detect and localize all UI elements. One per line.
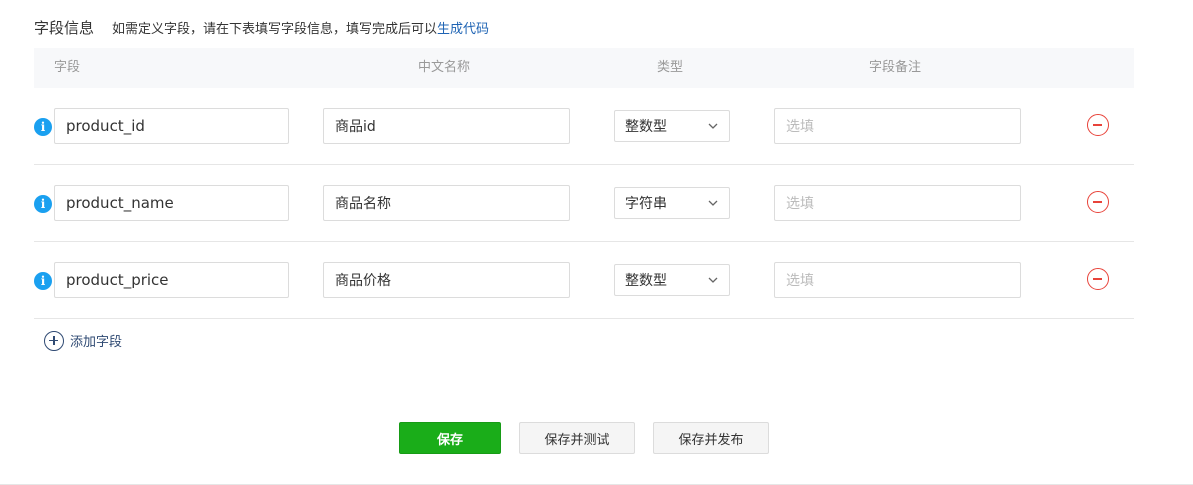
section-header: 字段信息 如需定义字段，请在下表填写字段信息，填写完成后可以 生成代码 (34, 16, 489, 38)
table-row: i product_id 商品id 整数型 选填 (34, 88, 1134, 165)
type-select[interactable]: 整数型 (614, 264, 730, 296)
add-circle-icon (44, 330, 64, 351)
info-icon[interactable]: i (34, 118, 52, 136)
add-field-label: 添加字段 (70, 335, 123, 350)
table-row: i product_name 商品名称 字符串 选填 (34, 165, 1134, 242)
remove-circle-icon[interactable] (1087, 191, 1109, 213)
column-header-type: 类型 (657, 60, 684, 75)
save-button[interactable]: 保存 (399, 422, 501, 454)
chevron-down-icon (708, 123, 718, 129)
table-row: i product_price 商品价格 整数型 选填 (34, 242, 1134, 319)
chinese-name-input[interactable]: 商品名称 (323, 185, 570, 221)
add-field-button[interactable]: 添加字段 (44, 330, 122, 351)
chevron-down-icon (708, 200, 718, 206)
type-select-value: 整数型 (625, 273, 667, 289)
field-name-input[interactable]: product_price (54, 262, 289, 298)
table-header: 字段 中文名称 类型 字段备注 (34, 48, 1134, 88)
column-header-field: 字段 (54, 60, 81, 75)
field-note-input[interactable]: 选填 (774, 262, 1021, 298)
type-select-value: 字符串 (625, 196, 667, 212)
info-icon[interactable]: i (34, 195, 52, 213)
remove-circle-icon[interactable] (1087, 114, 1109, 136)
type-select[interactable]: 整数型 (614, 110, 730, 142)
chinese-name-input[interactable]: 商品id (323, 108, 570, 144)
chevron-down-icon (708, 277, 718, 283)
generate-code-link[interactable]: 生成代码 (437, 18, 489, 37)
field-name-input[interactable]: product_name (54, 185, 289, 221)
save-and-test-button[interactable]: 保存并测试 (519, 422, 635, 454)
field-note-input[interactable]: 选填 (774, 185, 1021, 221)
chinese-name-input[interactable]: 商品价格 (323, 262, 570, 298)
info-icon[interactable]: i (34, 272, 52, 290)
save-and-publish-button[interactable]: 保存并发布 (653, 422, 769, 454)
column-header-cn-name: 中文名称 (418, 60, 471, 75)
field-name-input[interactable]: product_id (54, 108, 289, 144)
type-select-value: 整数型 (625, 119, 667, 135)
remove-circle-icon[interactable] (1087, 268, 1109, 290)
type-select[interactable]: 字符串 (614, 187, 730, 219)
section-title: 字段信息 (34, 18, 95, 37)
column-header-note: 字段备注 (869, 60, 922, 75)
field-note-input[interactable]: 选填 (774, 108, 1021, 144)
section-description: 如需定义字段，请在下表填写字段信息，填写完成后可以 (112, 21, 438, 37)
